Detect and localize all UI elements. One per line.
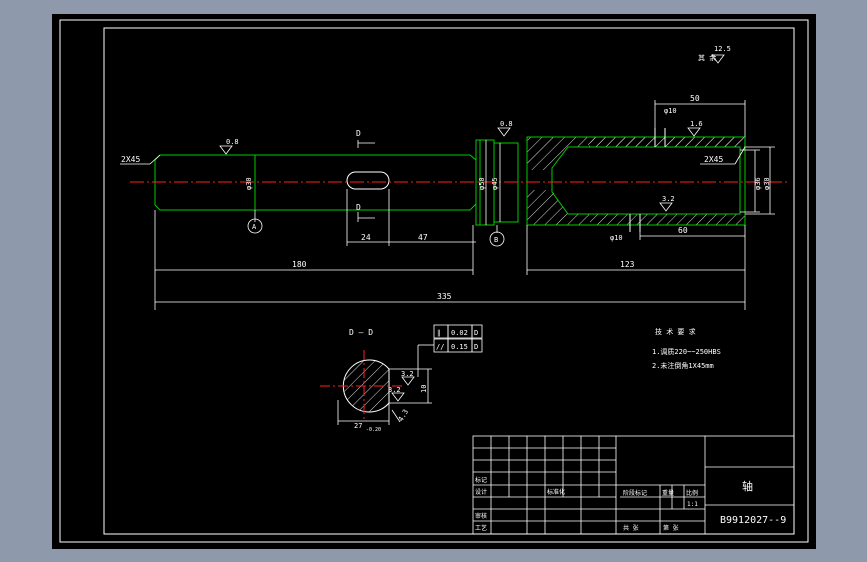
requirements-title: 技 术 要 求 xyxy=(655,327,696,336)
dim-335: 335 xyxy=(437,292,452,301)
dia-shoulder-1-label: φ50 xyxy=(478,177,486,190)
section-marker-bottom: D xyxy=(356,203,361,212)
tb-scale: 1:1 xyxy=(687,501,698,508)
drawing-paper xyxy=(52,14,816,549)
tol-1-value: 0.02 xyxy=(451,329,468,337)
roughness-1-label: 0.8 xyxy=(226,138,239,146)
tol-1-datum: D xyxy=(474,329,478,337)
dim-keyway-len: 24 xyxy=(361,233,371,242)
tol-2-symbol: // xyxy=(436,343,444,351)
section-marker-top: D xyxy=(356,129,361,138)
tb-row-label-1: 标记 xyxy=(475,476,487,484)
section-dim-key: 10 xyxy=(420,385,428,393)
tol-2-datum: D xyxy=(474,343,478,351)
dim-keyway-pos: 47 xyxy=(418,233,428,242)
tb-col-label-3: 重量 xyxy=(662,489,674,497)
requirements-line-1: 1.调质220~~250HBS xyxy=(652,347,721,356)
dim-60: 60 xyxy=(678,226,688,235)
tol-2-value: 0.15 xyxy=(451,343,468,351)
tb-col-label-2: 阶段标记 xyxy=(623,489,647,497)
tb-row-label-4: 工艺 xyxy=(475,524,487,532)
tb-part-name: 轴 xyxy=(742,479,753,493)
hole-bottom-label: φ10 xyxy=(610,234,623,242)
hollow-end-bottom-hatch xyxy=(590,214,745,225)
dia-journal-label: φ30 xyxy=(245,177,253,190)
section-dim-width: 27 xyxy=(354,422,362,430)
chamfer-left-label: 2X45 xyxy=(121,155,140,164)
roughness-4-label: 3.2 xyxy=(662,195,675,203)
section-roughness-a: 3.2 xyxy=(401,370,414,378)
tb-row-label-2: 设计 xyxy=(475,488,487,496)
cad-drawing-canvas: 2X45 2X45 D D A B 0.8 0.8 1.6 3.2 φ30 φ5… xyxy=(52,14,816,549)
tb-col-label-4: 比例 xyxy=(686,489,698,497)
datum-b-label: B xyxy=(494,236,498,244)
tb-row-label-3: 审核 xyxy=(475,512,487,520)
dia-shoulder-2-label: φ45 xyxy=(491,177,499,190)
tb-drawing-no: B9912027--9 xyxy=(720,515,786,526)
section-roughness-b: 3.2 xyxy=(388,386,401,394)
dia-bore-2-label: φ30 xyxy=(763,177,771,190)
hole-top-label: φ10 xyxy=(664,107,677,115)
other-roughness-value: 12.5 xyxy=(714,45,731,53)
dim-123: 123 xyxy=(620,260,635,269)
other-surfaces-label: 其 余 xyxy=(698,53,716,62)
dia-bore-1-label: φ36 xyxy=(754,177,762,190)
chamfer-right-label: 2X45 xyxy=(704,155,723,164)
requirements-line-2: 2.未注倒角1X45mm xyxy=(652,361,714,370)
dim-50: 50 xyxy=(690,94,700,103)
section-title: D — D xyxy=(349,328,373,337)
hollow-end-top-band xyxy=(590,137,745,147)
tol-1-symbol: ∥ xyxy=(437,329,441,337)
tb-sheet-no: 第 张 xyxy=(663,524,679,532)
roughness-3-label: 1.6 xyxy=(690,120,703,128)
tb-sheet-total: 共 张 xyxy=(623,524,639,532)
section-dim-width-tol: -0.20 xyxy=(366,427,381,433)
roughness-2-label: 0.8 xyxy=(500,120,513,128)
tb-col-label-1: 标准化 xyxy=(547,488,565,496)
dim-180: 180 xyxy=(292,260,307,269)
